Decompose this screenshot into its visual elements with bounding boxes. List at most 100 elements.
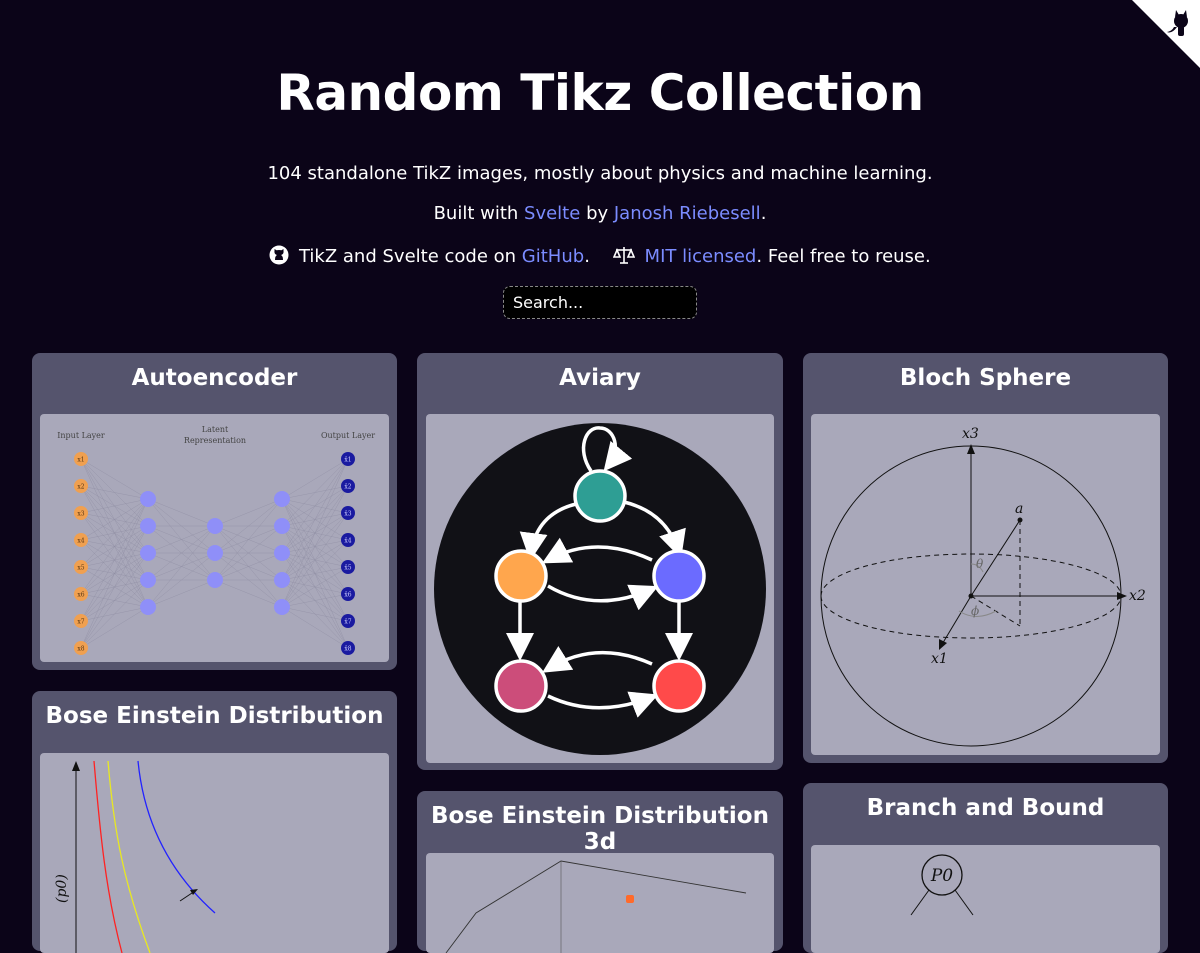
phi-label: ϕ xyxy=(971,604,979,618)
network-edge xyxy=(147,525,216,608)
output-node-label: x̂1 xyxy=(344,457,351,464)
a-vector-label: a xyxy=(1015,501,1023,517)
source-line: TikZ and Svelte code on GitHub. MIT lice… xyxy=(0,245,1200,267)
card-title: Bose Einstein Distribution xyxy=(45,703,384,729)
output-node-label: x̂6 xyxy=(344,592,351,599)
svelte-link[interactable]: Svelte xyxy=(524,203,580,224)
card-autoencoder[interactable]: Autoencoder Input Layer Latent Represent… xyxy=(32,353,397,670)
network-edge xyxy=(80,498,149,514)
card-bose-einstein[interactable]: Bose Einstein Distribution (p0) xyxy=(32,691,397,953)
card-title: Bose Einstein Distribution 3d xyxy=(431,803,769,855)
network-edge xyxy=(80,525,149,649)
orange-node xyxy=(494,549,548,603)
github-link[interactable]: GitHub xyxy=(522,246,584,267)
output-node-label: x̂4 xyxy=(344,538,351,545)
hidden-node xyxy=(274,491,290,507)
network-edge xyxy=(80,498,149,541)
card-title: Autoencoder xyxy=(131,365,298,391)
network-edge xyxy=(281,458,349,554)
network-edge xyxy=(80,579,149,649)
network-edge xyxy=(281,458,349,581)
red-node xyxy=(652,659,706,713)
output-node-label: x̂5 xyxy=(344,565,351,572)
x1-label: x1 xyxy=(931,651,948,667)
output-node-label: x̂7 xyxy=(344,619,351,626)
output-node-label: x̂8 xyxy=(344,646,351,653)
author-link[interactable]: Janosh Riebesell xyxy=(614,203,761,224)
input-node-label: x1 xyxy=(77,457,84,464)
y-axis-label: (p0) xyxy=(54,874,70,903)
input-node-label: x5 xyxy=(77,565,84,572)
network-edge xyxy=(281,458,349,500)
network-edge xyxy=(80,606,149,649)
output-layer-label: Output Layer xyxy=(321,431,375,440)
hidden-node xyxy=(140,491,156,507)
network-edge xyxy=(80,485,149,500)
code-suffix-text: . xyxy=(584,246,590,267)
hidden-node xyxy=(274,545,290,561)
hidden-node xyxy=(140,599,156,615)
input-node-label: x4 xyxy=(77,538,84,545)
latent-label-2: Representation xyxy=(184,436,246,445)
hidden-node xyxy=(140,518,156,534)
input-node-label: x2 xyxy=(77,484,84,491)
network-edge xyxy=(80,498,149,595)
hidden-node xyxy=(207,572,223,588)
hidden-node xyxy=(140,572,156,588)
hidden-node xyxy=(274,572,290,588)
output-node-label: x̂2 xyxy=(344,484,351,491)
code-prefix-text: TikZ and Svelte code on xyxy=(298,246,517,267)
hidden-node xyxy=(207,545,223,561)
hidden-node xyxy=(274,518,290,534)
purple-node xyxy=(652,549,706,603)
page-subtitle: 104 standalone TikZ images, mostly about… xyxy=(267,163,933,184)
network-edge xyxy=(281,458,349,608)
license-link[interactable]: MIT licensed xyxy=(645,246,757,267)
network-edge xyxy=(214,498,283,581)
network-edge xyxy=(80,498,149,622)
card-aviary[interactable]: Aviary xyxy=(417,353,783,770)
card-bose-einstein-3d[interactable]: Bose Einstein Distribution 3d xyxy=(417,791,783,953)
search-input[interactable] xyxy=(503,286,697,319)
card-branch-and-bound[interactable]: Branch and Bound P0 xyxy=(803,783,1168,953)
x2-label: x2 xyxy=(1129,588,1146,604)
credits-line: Built with Svelte by Janosh Riebesell. xyxy=(0,203,1200,224)
aviary-figure xyxy=(426,414,774,763)
github-corner-icon[interactable] xyxy=(1132,0,1200,68)
license-suffix-text: . Feel free to reuse. xyxy=(756,246,931,267)
scale-icon xyxy=(612,247,635,264)
github-icon xyxy=(269,245,289,265)
network-edge xyxy=(281,606,349,649)
hidden-node xyxy=(140,545,156,561)
network-edge xyxy=(281,458,349,527)
hidden-node xyxy=(207,518,223,534)
network-edge xyxy=(281,539,349,608)
card-title: Bloch Sphere xyxy=(899,365,1072,391)
input-node-label: x7 xyxy=(77,619,84,626)
network-edge xyxy=(281,485,349,608)
network-edge xyxy=(281,512,349,608)
built-with-text: Built with xyxy=(433,203,519,224)
input-node-label: x8 xyxy=(77,646,84,653)
output-node-label: x̂3 xyxy=(344,511,351,518)
by-text: by xyxy=(586,203,609,224)
card-bloch-sphere[interactable]: Bloch Sphere x3 x2 x1 a θ ϕ xyxy=(803,353,1168,763)
bose-figure: (p0) xyxy=(40,753,389,953)
input-layer-label: Input Layer xyxy=(57,431,105,440)
input-node-label: x6 xyxy=(77,592,84,599)
network-edge xyxy=(80,498,149,568)
latent-label: Latent xyxy=(202,425,229,434)
branch-figure: P0 xyxy=(811,845,1160,953)
network-edge xyxy=(214,498,283,527)
network-edge xyxy=(214,579,283,608)
magenta-node xyxy=(494,659,548,713)
network-edge xyxy=(281,593,349,608)
network-edge xyxy=(147,579,216,608)
network-edge xyxy=(80,498,149,649)
input-node-label: x3 xyxy=(77,511,84,518)
bloch-figure: x3 x2 x1 a θ ϕ xyxy=(811,414,1160,755)
network-edge xyxy=(281,566,349,608)
teal-node xyxy=(573,469,627,523)
period-text: . xyxy=(760,203,767,224)
card-title: Branch and Bound xyxy=(866,795,1105,821)
